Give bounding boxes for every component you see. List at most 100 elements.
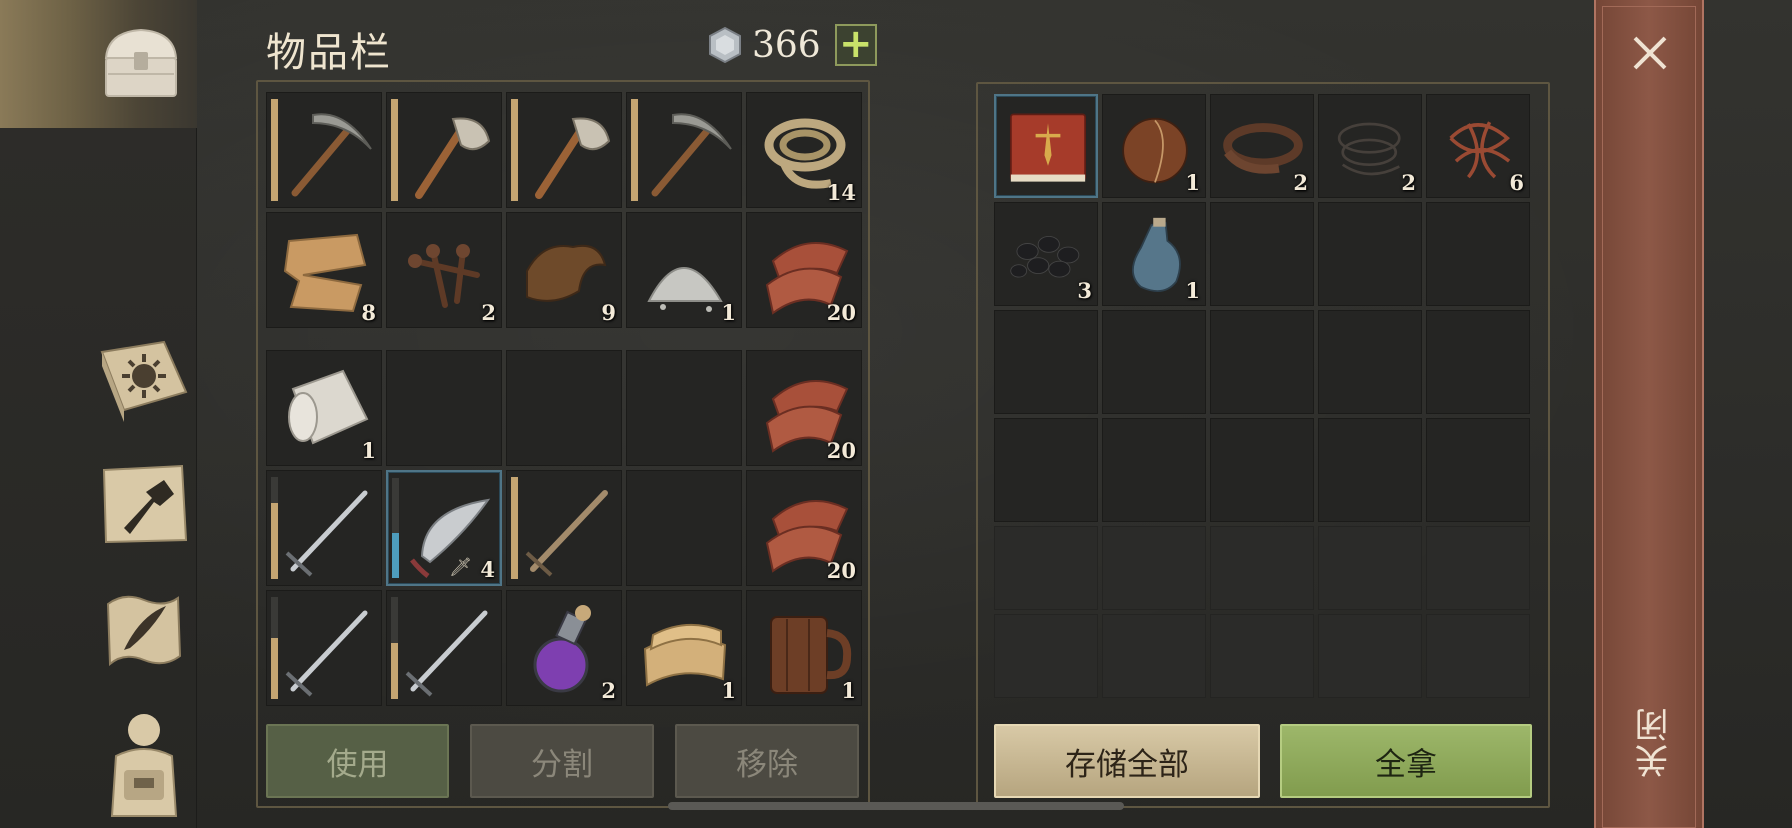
- container-slot[interactable]: [1210, 310, 1314, 414]
- quill-scroll-icon[interactable]: [94, 586, 194, 676]
- container-slot[interactable]: [1318, 614, 1422, 698]
- item-slot[interactable]: 20: [746, 350, 862, 466]
- item-slot[interactable]: 2: [386, 212, 502, 328]
- durability-bar: [631, 99, 638, 201]
- container-slot[interactable]: [1210, 614, 1314, 698]
- container-slot[interactable]: [1102, 310, 1206, 414]
- item-slot[interactable]: 9: [506, 212, 622, 328]
- item-slot[interactable]: 20: [746, 212, 862, 328]
- item-slot[interactable]: [386, 92, 502, 208]
- crafting-hammer-icon[interactable]: [94, 458, 194, 548]
- close-icon[interactable]: [1629, 32, 1671, 74]
- item-count: 9: [601, 300, 616, 325]
- item-slot[interactable]: [266, 92, 382, 208]
- axe-icon: [535, 117, 611, 199]
- durability-bar: [271, 477, 278, 579]
- durability-bar: [391, 99, 398, 201]
- item-slot[interactable]: 20: [746, 470, 862, 586]
- chest-icon[interactable]: [96, 18, 186, 108]
- use-button[interactable]: 使用: [266, 724, 449, 798]
- item-slot[interactable]: 1: [626, 212, 742, 328]
- item-slot[interactable]: 14: [746, 92, 862, 208]
- container-slot[interactable]: [1102, 614, 1206, 698]
- container-slot[interactable]: [1426, 418, 1530, 522]
- container-slot[interactable]: [1426, 310, 1530, 414]
- container-slot[interactable]: 1: [1102, 94, 1206, 198]
- horizontal-scrollbar[interactable]: [668, 802, 1124, 810]
- container-slot[interactable]: [1102, 418, 1206, 522]
- item-count: 1: [1185, 278, 1200, 303]
- item-slot[interactable]: [386, 350, 502, 466]
- dagger-icon: 🗡: [449, 557, 472, 578]
- item-count: 3: [1077, 278, 1092, 303]
- container-slot[interactable]: [1318, 526, 1422, 610]
- item-slot[interactable]: [626, 350, 742, 466]
- container-slot[interactable]: [1102, 526, 1206, 610]
- container-slot[interactable]: [1426, 526, 1530, 610]
- item-slot[interactable]: [626, 92, 742, 208]
- pickaxe-icon: [651, 113, 732, 197]
- item-count: 2: [1401, 170, 1416, 195]
- close-rail[interactable]: 关闭: [1594, 0, 1704, 828]
- backpack-character-icon[interactable]: [94, 708, 194, 818]
- item-slot[interactable]: 🗡 4: [386, 470, 502, 586]
- item-slot[interactable]: [506, 350, 622, 466]
- item-count: 2: [601, 678, 616, 703]
- container-grid: 1 2 2 6 3 1: [994, 94, 1530, 698]
- container-slot[interactable]: [1318, 418, 1422, 522]
- inventory-grid-top: 14 8 2 9 1 20: [266, 92, 862, 328]
- container-slot[interactable]: [1210, 526, 1314, 610]
- add-currency-button[interactable]: +: [834, 24, 877, 66]
- item-count: 1: [721, 300, 736, 325]
- item-count: 14: [826, 180, 856, 205]
- item-count: 8: [361, 300, 376, 325]
- container-slot[interactable]: [1318, 310, 1422, 414]
- container-slot[interactable]: 6: [1426, 94, 1530, 198]
- item-slot[interactable]: [386, 590, 502, 706]
- item-slot[interactable]: [506, 470, 622, 586]
- container-slot[interactable]: [994, 418, 1098, 522]
- split-button[interactable]: 分割: [470, 724, 654, 798]
- container-slot[interactable]: [1210, 202, 1314, 306]
- item-count: 1: [361, 438, 376, 463]
- currency-amount: 366: [752, 24, 821, 66]
- container-slot[interactable]: 1: [1102, 202, 1206, 306]
- container-slot[interactable]: [994, 310, 1098, 414]
- close-label[interactable]: 关闭: [1630, 706, 1675, 778]
- durability-bar: [392, 478, 399, 578]
- container-slot[interactable]: [994, 614, 1098, 698]
- item-count: 20: [826, 438, 856, 463]
- container-slot[interactable]: [1210, 418, 1314, 522]
- item-count: 1: [841, 678, 856, 703]
- item-slot[interactable]: [626, 470, 742, 586]
- item-count: 6: [1509, 170, 1524, 195]
- remove-button[interactable]: 移除: [675, 724, 859, 798]
- item-slot[interactable]: [266, 590, 382, 706]
- silver-coin-icon: [709, 26, 741, 64]
- item-slot[interactable]: [266, 470, 382, 586]
- side-nav: [0, 0, 197, 828]
- pickaxe-icon: [291, 113, 372, 197]
- close-rail-border: [1602, 6, 1696, 828]
- item-slot[interactable]: 1: [626, 590, 742, 706]
- sun-book-icon[interactable]: [94, 332, 194, 422]
- container-slot[interactable]: [994, 526, 1098, 610]
- durability-bar: [271, 99, 278, 201]
- container-slot[interactable]: [1426, 614, 1530, 698]
- item-slot[interactable]: 2: [506, 590, 622, 706]
- store-all-button[interactable]: 存储全部: [994, 724, 1260, 798]
- container-slot[interactable]: [994, 94, 1098, 198]
- item-slot[interactable]: 8: [266, 212, 382, 328]
- container-slot[interactable]: [1426, 202, 1530, 306]
- container-slot[interactable]: 3: [994, 202, 1098, 306]
- container-slot[interactable]: 2: [1210, 94, 1314, 198]
- currency-display: 366 +: [706, 22, 877, 68]
- take-all-button[interactable]: 全拿: [1280, 724, 1532, 798]
- container-slot[interactable]: 2: [1318, 94, 1422, 198]
- item-slot[interactable]: [506, 92, 622, 208]
- item-count: 20: [826, 558, 856, 583]
- container-slot[interactable]: [1318, 202, 1422, 306]
- item-slot[interactable]: 1: [746, 590, 862, 706]
- item-slot[interactable]: 1: [266, 350, 382, 466]
- item-count: 2: [1293, 170, 1308, 195]
